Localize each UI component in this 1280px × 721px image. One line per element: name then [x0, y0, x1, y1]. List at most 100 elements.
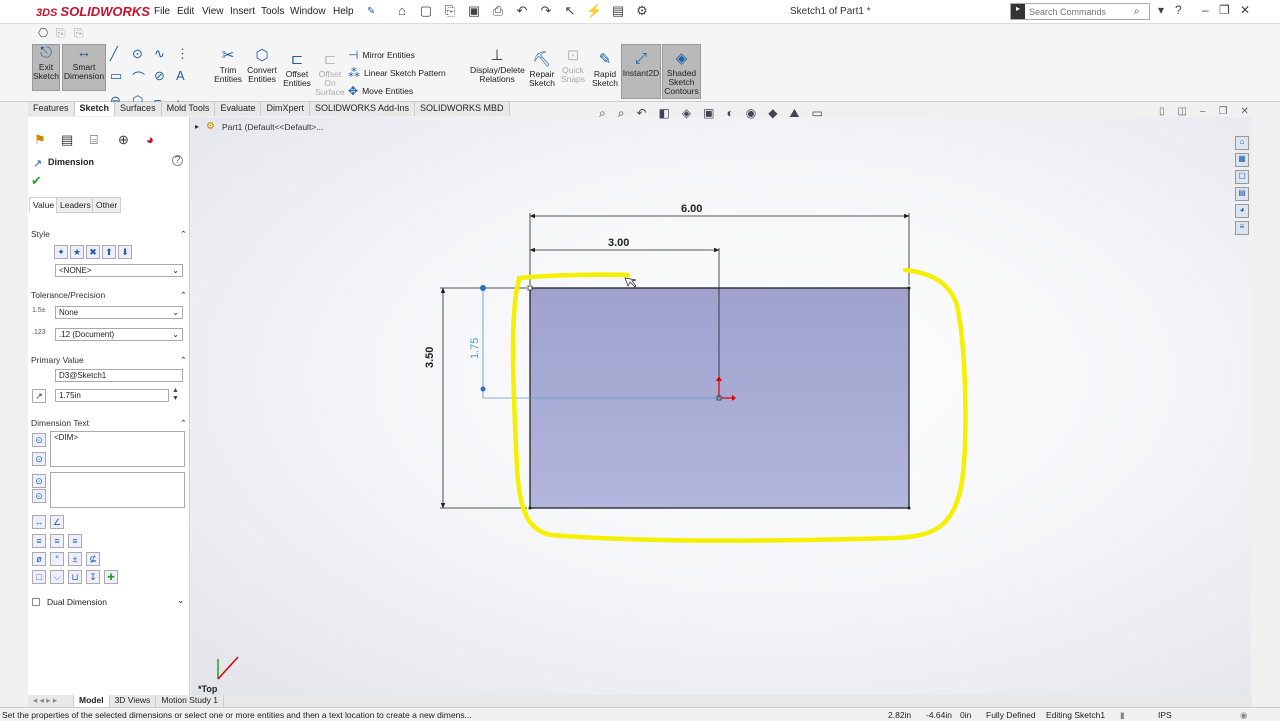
smart-dimension-button[interactable]: ↔ Smart Dimension	[62, 44, 106, 91]
dimension-text-below-field[interactable]	[50, 472, 185, 508]
precision-select[interactable]: .12 (Document) ⌄	[55, 328, 183, 341]
menu-edit[interactable]: Edit	[177, 6, 194, 17]
dimension-text-active[interactable]: 1.75	[469, 338, 481, 359]
degree-symbol-icon[interactable]: °	[50, 552, 64, 566]
menu-window[interactable]: Window	[290, 6, 326, 17]
dimension-driving-icon[interactable]: ↗	[32, 389, 46, 403]
value-spinner-icon[interactable]: ▲ ▼	[172, 387, 179, 403]
custom-properties-icon[interactable]: ≡	[1235, 221, 1249, 235]
tab-model[interactable]: Model	[74, 695, 110, 707]
viewport-tile-icon[interactable]: ▯	[1159, 106, 1165, 117]
tolerance-section-header[interactable]: Tolerance/Precision ⌃	[31, 290, 187, 301]
shaded-sketch-contours-button[interactable]: ◈ Shaded Sketch Contours	[662, 44, 701, 99]
property-manager-icon[interactable]: ▤	[61, 132, 73, 148]
feature-tree-icon[interactable]: ⚑	[34, 132, 46, 148]
options-gear-icon[interactable]: ⚙	[634, 3, 650, 19]
arc-icon[interactable]: ⌒	[132, 68, 154, 87]
repair-sketch-button[interactable]: ⛏ Repair Sketch	[528, 52, 556, 88]
sketch-point[interactable]	[528, 506, 532, 510]
help-circle-icon[interactable]: ?	[172, 155, 183, 166]
more-symbols-icon[interactable]: ✚	[104, 570, 118, 584]
tab-mold-tools[interactable]: Mold Tools	[161, 102, 216, 116]
circle-icon[interactable]: ⊙	[132, 46, 154, 62]
print-icon[interactable]: ⎙	[490, 3, 506, 19]
move-entities-button[interactable]: ✥ Move Entities	[348, 84, 413, 98]
restore-icon[interactable]: ❐	[1219, 3, 1230, 17]
rebuild-icon[interactable]: ⚡	[586, 3, 602, 19]
new-document-icon[interactable]: ▢	[418, 3, 434, 19]
dimension-text-half-width[interactable]: 3.00	[608, 237, 629, 249]
dual-dimension-checkbox[interactable]	[32, 598, 40, 606]
trim-entities-button[interactable]: ✂ Trim Entities	[213, 48, 243, 84]
counterbore-symbol-icon[interactable]: ⊔	[68, 570, 82, 584]
style-select[interactable]: <NONE> ⌄	[55, 264, 183, 277]
camera-icon[interactable]: ⎔	[38, 26, 48, 40]
drag-handle[interactable]	[480, 285, 486, 291]
tab-addins[interactable]: SOLIDWORKS Add-Ins	[309, 102, 416, 116]
save-icon[interactable]: ▣	[466, 3, 482, 19]
tab-sketch[interactable]: Sketch	[74, 102, 116, 116]
tab-surfaces[interactable]: Surfaces	[115, 102, 162, 116]
load-style-icon[interactable]: ⬇	[118, 245, 132, 259]
justify-center-icon[interactable]: ≡	[50, 534, 64, 548]
sketch-point[interactable]	[907, 286, 911, 290]
menu-help[interactable]: Help	[333, 6, 354, 17]
tab-evaluate[interactable]: Evaluate	[215, 102, 262, 116]
tab-dimxpert[interactable]: DimXpert	[261, 102, 310, 116]
dimxpert-icon[interactable]: ⊕	[118, 132, 129, 148]
viewport-minimize-icon[interactable]: –	[1200, 106, 1206, 117]
text-tool-icon[interactable]: ⋮	[176, 46, 198, 62]
rebuild-status-icon[interactable]: ▮	[1120, 710, 1125, 721]
justify-left-icon[interactable]: ≡	[32, 534, 46, 548]
tolerance-type-select[interactable]: None ⌄	[55, 306, 183, 319]
sketch-text-icon[interactable]: A	[176, 68, 198, 87]
select-icon[interactable]: ↖	[562, 3, 578, 19]
sketch-point[interactable]	[907, 506, 911, 510]
square-symbol-icon[interactable]: □	[32, 570, 46, 584]
status-options-icon[interactable]: ◉	[1240, 710, 1247, 721]
spline-icon[interactable]: ∿	[154, 46, 176, 62]
depth-symbol-icon[interactable]: ↧	[86, 570, 100, 584]
dimension-text-section-header[interactable]: Dimension Text ⌃	[31, 418, 187, 429]
minimize-icon[interactable]: –	[1202, 3, 1209, 17]
configuration-icon[interactable]: ⌸	[90, 132, 98, 148]
drag-handle[interactable]	[480, 386, 486, 392]
apply-style-icon[interactable]: ✦	[54, 245, 68, 259]
search-scope-icon[interactable]: ▸	[1011, 4, 1025, 19]
dimension-text-above-field[interactable]: <DIM>	[50, 431, 185, 467]
dim-text-prefix-icon[interactable]: ⊙	[32, 474, 46, 488]
search-icon[interactable]: ⌕	[1134, 6, 1140, 17]
subtab-other[interactable]: Other	[92, 197, 122, 213]
subtab-value[interactable]: Value	[29, 197, 59, 213]
add-style-icon[interactable]: ★	[70, 245, 84, 259]
expand-icon[interactable]: ⌄	[177, 595, 185, 606]
line-icon[interactable]: ╱	[110, 46, 132, 62]
tab-motion-study[interactable]: Motion Study 1	[156, 695, 225, 707]
plus-minus-symbol-icon[interactable]: ±	[68, 552, 82, 566]
dimension-text-width[interactable]: 6.00	[681, 203, 702, 215]
app-logo[interactable]: 3DS SOLIDWORKS	[36, 4, 150, 19]
dimension-name-field[interactable]: D3@Sketch1	[55, 369, 183, 382]
rapid-sketch-button[interactable]: ✎ Rapid Sketch	[591, 52, 619, 88]
instant2d-button[interactable]: ⤢ Instant2D	[621, 44, 661, 99]
offset-entities-button[interactable]: ⊏ Offset Entities	[281, 52, 313, 88]
redo-icon[interactable]: ↷	[538, 3, 554, 19]
rectangle-icon[interactable]: ▭	[110, 68, 132, 87]
undo-icon[interactable]: ↶	[514, 3, 530, 19]
countersink-symbol-icon[interactable]: ⌵	[50, 570, 64, 584]
dim-text-above-icon[interactable]: ⊙	[32, 433, 46, 447]
menu-insert[interactable]: Insert	[230, 6, 255, 17]
centerline-symbol-icon[interactable]: ⊈	[86, 552, 100, 566]
open-icon[interactable]: ⎘	[442, 3, 458, 19]
file-explorer-icon[interactable]: ▢	[1235, 170, 1249, 184]
search-input[interactable]	[1029, 6, 1134, 17]
resources-icon[interactable]: ⌂	[1235, 136, 1249, 150]
menu-tools[interactable]: Tools	[261, 6, 284, 17]
file-properties-icon[interactable]: ▤	[610, 3, 626, 19]
collapse-icon[interactable]: ⌃	[180, 290, 187, 301]
home-icon[interactable]: ⌂	[394, 3, 410, 19]
user-icon[interactable]: ▾	[1158, 3, 1164, 17]
close-icon[interactable]: ✕	[1240, 3, 1250, 17]
convert-entities-button[interactable]: ⬡ Convert Entities	[246, 48, 278, 84]
tab-3d-views[interactable]: 3D Views	[110, 695, 157, 707]
